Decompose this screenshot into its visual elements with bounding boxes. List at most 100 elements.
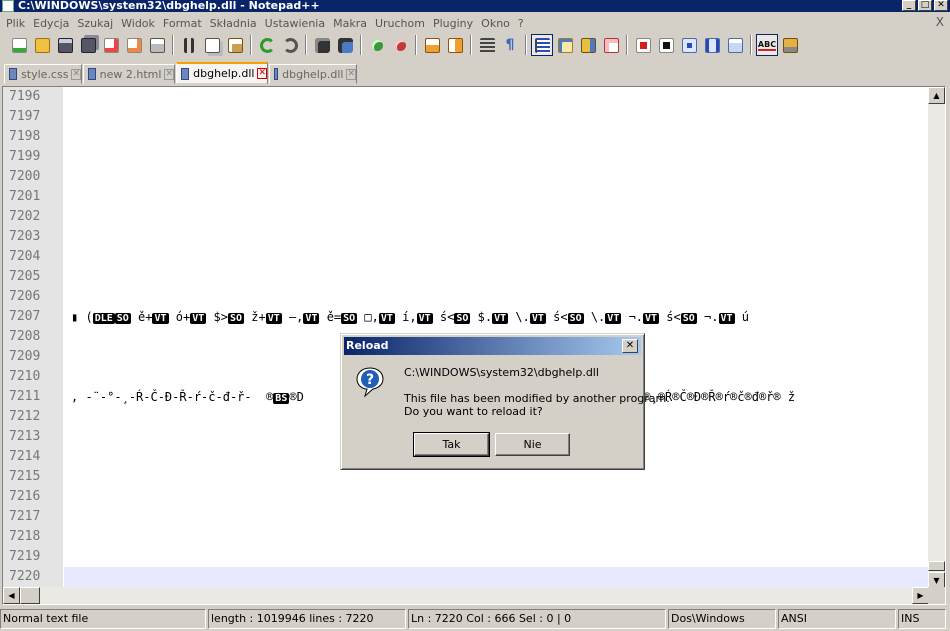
maximize-button[interactable]: □ bbox=[918, 0, 932, 11]
close-document-button[interactable]: X bbox=[936, 15, 944, 29]
horizontal-scrollbar[interactable]: ◀ ▶ bbox=[3, 587, 929, 604]
dialog-close-button[interactable]: ✕ bbox=[622, 339, 638, 353]
menu-plik[interactable]: Plik bbox=[2, 17, 29, 30]
editor-line[interactable]: 7200 bbox=[3, 167, 929, 187]
editor-line[interactable]: 7196 bbox=[3, 87, 929, 107]
vertical-scroll-thumb[interactable] bbox=[928, 561, 945, 571]
no-button[interactable]: Nie bbox=[495, 433, 570, 456]
line-number: 7198 bbox=[3, 127, 63, 147]
editor-line[interactable]: 7205 bbox=[3, 267, 929, 287]
tab-close-icon[interactable]: ✕ bbox=[164, 68, 174, 80]
menu-ustawienia[interactable]: Ustawienia bbox=[261, 17, 329, 30]
editor-line[interactable]: 7199 bbox=[3, 147, 929, 167]
editor-line[interactable]: 7197 bbox=[3, 107, 929, 127]
menu-help[interactable]: ? bbox=[514, 17, 528, 30]
menu-okno[interactable]: Okno bbox=[477, 17, 514, 30]
dialog-title-bar: Reload ✕ bbox=[344, 337, 641, 355]
editor-line[interactable]: 7215 bbox=[3, 467, 929, 487]
tab-label: style.css bbox=[21, 67, 69, 81]
extra-icon[interactable] bbox=[779, 34, 801, 56]
scroll-right-button[interactable]: ▶ bbox=[912, 587, 929, 604]
menu-skladnia[interactable]: Składnia bbox=[206, 17, 261, 30]
tab-dbghelp-dll-active[interactable]: dbghelp.dll ✕ bbox=[176, 62, 268, 84]
function-list-icon[interactable] bbox=[577, 34, 599, 56]
word-wrap-icon[interactable] bbox=[476, 34, 498, 56]
print-icon[interactable] bbox=[146, 34, 168, 56]
menu-szukaj[interactable]: Szukaj bbox=[73, 17, 117, 30]
close-all-icon[interactable] bbox=[123, 34, 145, 56]
line-number: 7219 bbox=[3, 547, 63, 567]
horizontal-scroll-thumb[interactable] bbox=[20, 587, 40, 604]
menu-edycja[interactable]: Edycja bbox=[29, 17, 73, 30]
line-number: 7216 bbox=[3, 487, 63, 507]
new-file-icon[interactable] bbox=[8, 34, 30, 56]
zoom-in-icon[interactable] bbox=[366, 34, 388, 56]
menu-uruchom[interactable]: Uruchom bbox=[371, 17, 429, 30]
close-window-button[interactable]: ✕ bbox=[934, 0, 948, 11]
replace-icon[interactable] bbox=[334, 34, 356, 56]
save-icon[interactable] bbox=[54, 34, 76, 56]
paste-icon[interactable] bbox=[224, 34, 246, 56]
line-number: 7218 bbox=[3, 527, 63, 547]
editor-line[interactable]: 7219 bbox=[3, 547, 929, 567]
menu-pluginy[interactable]: Pluginy bbox=[429, 17, 477, 30]
status-bar: Normal text file length : 1019946 lines … bbox=[0, 609, 950, 629]
scroll-left-button[interactable]: ◀ bbox=[3, 587, 20, 604]
yes-button[interactable]: Tak bbox=[413, 432, 490, 457]
scrollbar-corner bbox=[928, 587, 945, 604]
find-icon[interactable] bbox=[311, 34, 333, 56]
tab-new-2-html[interactable]: new 2.html ✕ bbox=[83, 64, 175, 84]
editor-line[interactable]: 7216 bbox=[3, 487, 929, 507]
menu-format[interactable]: Format bbox=[159, 17, 206, 30]
status-insert-mode: INS bbox=[898, 609, 946, 629]
spellcheck-icon[interactable]: ABC bbox=[756, 34, 778, 56]
sync-vertical-icon[interactable] bbox=[421, 34, 443, 56]
tab-close-icon[interactable]: ✕ bbox=[257, 68, 267, 79]
editor-line[interactable]: 7206 bbox=[3, 287, 929, 307]
tab-dbghelp-dll[interactable]: dbghelp.dll ✕ bbox=[269, 64, 357, 84]
line-text bbox=[71, 527, 927, 547]
minimize-button[interactable]: _ bbox=[902, 0, 916, 11]
editor-line[interactable]: 7217 bbox=[3, 507, 929, 527]
editor-line[interactable]: 7220 bbox=[3, 567, 929, 587]
record-macro-icon[interactable] bbox=[632, 34, 654, 56]
editor-line[interactable]: 7218 bbox=[3, 527, 929, 547]
user-language-icon[interactable] bbox=[554, 34, 576, 56]
stop-macro-icon[interactable] bbox=[655, 34, 677, 56]
tab-close-icon[interactable]: ✕ bbox=[346, 68, 356, 80]
undo-icon[interactable] bbox=[256, 34, 278, 56]
line-number: 7196 bbox=[3, 87, 63, 107]
zoom-out-icon[interactable] bbox=[389, 34, 411, 56]
editor-line[interactable]: 7198 bbox=[3, 127, 929, 147]
close-icon[interactable] bbox=[100, 34, 122, 56]
run-macro-multiple-icon[interactable] bbox=[701, 34, 723, 56]
scroll-up-button[interactable]: ▲ bbox=[928, 87, 945, 104]
menu-makra[interactable]: Makra bbox=[329, 17, 371, 30]
editor-line[interactable]: 7207 ▮ (DLE SO ě+ VT ó+ VT $> SO ž+ VT –, VT ě=… bbox=[3, 307, 929, 327]
save-all-icon[interactable] bbox=[77, 34, 99, 56]
status-position: Ln : 7220 Col : 666 Sel : 0 | 0 bbox=[408, 609, 666, 629]
tab-close-icon[interactable]: ✕ bbox=[71, 68, 81, 80]
editor-line[interactable]: 7203 bbox=[3, 227, 929, 247]
show-all-chars-icon[interactable]: ¶ bbox=[499, 34, 521, 56]
doc-map-icon[interactable] bbox=[600, 34, 622, 56]
copy-icon[interactable] bbox=[201, 34, 223, 56]
question-icon: ? bbox=[356, 367, 384, 398]
sync-horizontal-icon[interactable] bbox=[444, 34, 466, 56]
editor-line[interactable]: 7202 bbox=[3, 207, 929, 227]
editor-line[interactable]: 7201 bbox=[3, 187, 929, 207]
redo-icon[interactable] bbox=[279, 34, 301, 56]
save-macro-icon[interactable] bbox=[724, 34, 746, 56]
line-number: 7213 bbox=[3, 427, 63, 447]
control-char-token: VT bbox=[378, 313, 395, 324]
cut-icon[interactable] bbox=[178, 34, 200, 56]
play-macro-icon[interactable] bbox=[678, 34, 700, 56]
tab-style-css[interactable]: style.css ✕ bbox=[4, 64, 82, 84]
vertical-scrollbar[interactable]: ▲ ▼ bbox=[928, 87, 945, 589]
menu-widok[interactable]: Widok bbox=[117, 17, 159, 30]
indent-guide-icon[interactable] bbox=[531, 34, 553, 56]
line-text bbox=[71, 567, 927, 587]
dialog-title: Reload bbox=[346, 339, 389, 352]
editor-line[interactable]: 7204 bbox=[3, 247, 929, 267]
open-file-icon[interactable] bbox=[31, 34, 53, 56]
